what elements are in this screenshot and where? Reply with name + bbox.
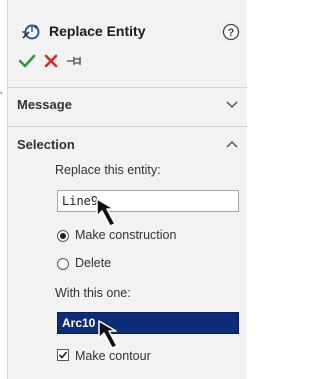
delete-radio[interactable] [57, 258, 69, 270]
with-entity-field[interactable]: Arc10 [57, 312, 239, 334]
panel-header: Replace Entity ? [8, 10, 247, 44]
divider [8, 126, 247, 127]
replace-entity-icon [22, 24, 40, 40]
make-contour-label: Make contour [75, 349, 151, 363]
divider [8, 87, 247, 88]
message-section-label: Message [17, 97, 72, 112]
help-icon[interactable]: ? [222, 23, 240, 41]
checkmark-icon [58, 351, 68, 359]
delete-label: Delete [75, 256, 112, 270]
chevron-up-icon[interactable] [225, 139, 239, 151]
panel-title: Replace Entity [49, 23, 146, 39]
x-icon[interactable] [42, 52, 60, 70]
edge-mark: ’ [0, 91, 3, 102]
with-this-one-label: With this one: [55, 286, 131, 300]
chevron-down-icon[interactable] [225, 99, 239, 111]
message-section-header[interactable]: Message [17, 95, 239, 117]
svg-text:?: ? [228, 27, 235, 39]
pushpin-icon[interactable] [66, 52, 84, 70]
selection-section-label: Selection [17, 137, 75, 152]
make-contour-checkbox[interactable] [57, 349, 69, 361]
check-icon[interactable] [18, 52, 36, 70]
selection-section-header[interactable]: Selection [17, 135, 239, 157]
make-construction-label: Make construction [75, 228, 177, 242]
make-construction-radio[interactable] [57, 230, 69, 242]
replace-entity-label: Replace this entity: [55, 163, 161, 177]
replace-entity-field[interactable]: Line9 [57, 190, 239, 212]
replace-entity-panel: Replace Entity ? Message Selection Repla… [7, 0, 247, 379]
